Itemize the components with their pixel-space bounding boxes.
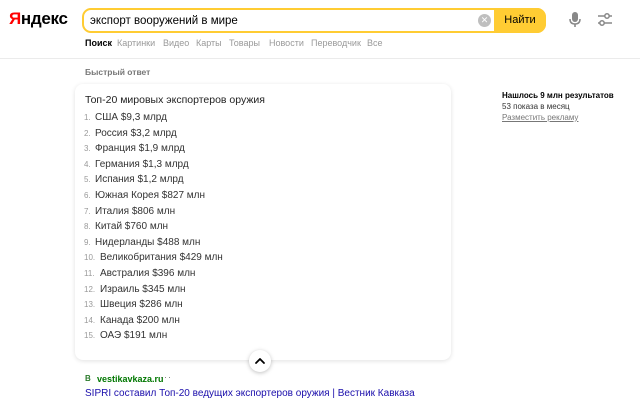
list-item: 4. Германия $1,3 млрд	[84, 158, 189, 170]
tab-products[interactable]: Товары	[229, 38, 260, 48]
quick-answer-label: Быстрый ответ	[85, 67, 151, 77]
expand-button[interactable]	[249, 350, 271, 372]
more-icon[interactable]: ···	[160, 372, 172, 382]
tab-images[interactable]: Картинки	[117, 38, 155, 48]
header: Яндекс ✕ Найти	[0, 0, 640, 38]
list-item: 13. Швеция $286 млн	[84, 299, 183, 311]
quick-answer-card: Топ-20 мировых экспортеров оружия 1. США …	[75, 84, 451, 372]
tab-video[interactable]: Видео	[163, 38, 189, 48]
list-item: 1. США $9,3 млрд	[84, 112, 167, 123]
place-ad-link[interactable]: Разместить рекламу	[502, 112, 614, 123]
card-title: Топ-20 мировых экспортеров оружия	[85, 94, 265, 106]
list-item: 6. Южная Корея $827 млн	[84, 190, 206, 201]
list-item: 11. Австралия $396 млн	[84, 268, 196, 279]
source-domain[interactable]: vestikavkaza.ru	[97, 374, 164, 384]
results-count: Нашлось 9 млн результатов	[502, 91, 614, 100]
monthly-shows: 53 показа в месяц	[502, 102, 570, 111]
tab-all[interactable]: Все	[367, 38, 383, 48]
list-item: 7. Италия $806 млн	[84, 205, 176, 217]
filters-icon[interactable]	[597, 13, 613, 27]
site-favicon-icon: В	[85, 374, 91, 383]
tab-search[interactable]: Поиск	[85, 38, 112, 48]
results-info: Нашлось 9 млн результатов 53 показа в ме…	[502, 90, 614, 123]
search-input[interactable]	[90, 12, 470, 30]
chevron-up-icon	[255, 358, 265, 364]
list-item: 5. Испания $1,2 млрд	[84, 174, 184, 186]
tab-maps[interactable]: Карты	[196, 38, 222, 48]
yandex-logo[interactable]: Яндекс	[9, 9, 68, 29]
microphone-icon[interactable]	[568, 12, 582, 28]
tab-translator[interactable]: Переводчик	[311, 38, 361, 48]
divider	[0, 58, 640, 59]
search-box: ✕ Найти	[82, 8, 546, 33]
list-item: 12. Израиль $345 млн	[84, 283, 186, 295]
clear-icon[interactable]: ✕	[478, 14, 491, 27]
list-item: 8. Китай $760 млн	[84, 221, 169, 233]
tab-news[interactable]: Новости	[269, 38, 304, 48]
list-item: 15. ОАЭ $191 млн	[84, 330, 168, 342]
find-button[interactable]: Найти	[494, 8, 546, 33]
list-item: 9. Нидерланды $488 млн	[84, 236, 201, 248]
source-title-link[interactable]: SIPRI составил Топ-20 ведущих экспортеро…	[85, 388, 415, 399]
list-item: 10. Великобритания $429 млн	[84, 252, 223, 264]
list-item: 2. Россия $3,2 млрд	[84, 127, 177, 139]
list-item: 14. Канада $200 млн	[84, 314, 180, 326]
list-item: 3. Франция $1,9 млрд	[84, 143, 185, 155]
